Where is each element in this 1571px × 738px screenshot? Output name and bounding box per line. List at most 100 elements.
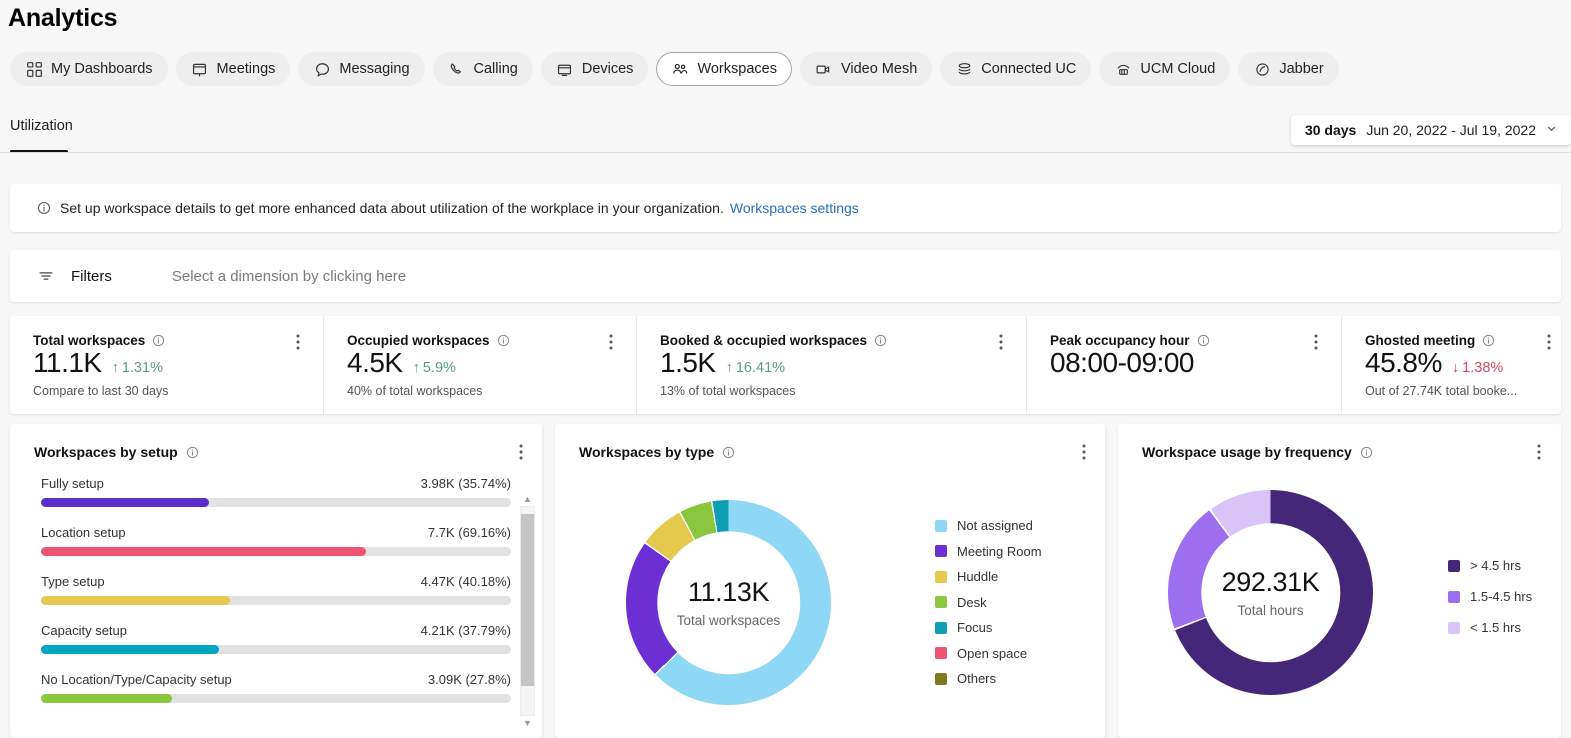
arrow-up-icon: ↑ — [412, 360, 420, 376]
info-icon[interactable] — [874, 334, 887, 347]
legend-item[interactable]: Huddle — [935, 569, 1042, 584]
info-icon[interactable] — [1197, 334, 1210, 347]
kebab-menu-icon[interactable] — [999, 334, 1003, 355]
bar-value-label: 4.47K (40.18%) — [420, 574, 511, 589]
kebab-menu-icon[interactable] — [1082, 444, 1086, 465]
legend-label: Focus — [957, 620, 993, 635]
filters-label: Filters — [71, 267, 112, 285]
tab-my-dashboards[interactable]: My Dashboards — [10, 52, 168, 86]
scrollbar-thumb[interactable] — [521, 514, 534, 686]
tab-label: Video Mesh — [840, 61, 918, 77]
tab-jabber[interactable]: Jabber — [1238, 52, 1339, 86]
kebab-menu-icon[interactable] — [519, 444, 523, 465]
bar-fill[interactable] — [41, 547, 367, 556]
kpi-title-row: Ghosted meeting — [1365, 333, 1561, 348]
bar-item: No Location/Type/Capacity setup 3.09K (27… — [41, 672, 511, 703]
bar-fill[interactable] — [41, 498, 209, 507]
legend-item[interactable]: Not assigned — [935, 518, 1042, 533]
date-range-days: 30 days — [1304, 122, 1357, 138]
card-workspace-usage-by-frequency: Workspace usage by frequency 292.31K Tot… — [1118, 424, 1561, 738]
tab-video-mesh[interactable]: Video Mesh — [799, 52, 933, 86]
kpi-title-row: Booked & occupied workspaces — [660, 333, 1026, 348]
legend-swatch — [935, 621, 947, 634]
legend-item[interactable]: Desk — [935, 595, 1042, 610]
tab-calling[interactable]: Calling — [432, 52, 533, 86]
tab-messaging[interactable]: Messaging — [298, 52, 425, 86]
legend-item[interactable]: Meeting Room — [935, 544, 1042, 559]
tab-ucm-cloud[interactable]: UCM Cloud — [1099, 52, 1231, 86]
kpi-card-booked-occupied-workspaces: Booked & occupied workspaces 1.5K ↑ 16.4… — [636, 316, 1026, 414]
dimension-select-input[interactable]: Select a dimension by clicking here — [172, 268, 406, 285]
legend-swatch — [1448, 559, 1460, 572]
kebab-menu-icon[interactable] — [1547, 334, 1551, 355]
donut-center-caption: Total workspaces — [676, 613, 781, 628]
date-range-picker[interactable]: 30 days Jun 20, 2022 - Jul 19, 2022 — [1290, 115, 1571, 145]
scroll-up-icon[interactable]: ▲ — [520, 492, 535, 506]
bar-label-row: No Location/Type/Capacity setup 3.09K (27… — [41, 672, 511, 687]
card-edge-divider — [542, 424, 543, 738]
donut-center-value: 292.31K — [1221, 567, 1320, 597]
kebab-menu-icon[interactable] — [296, 334, 300, 355]
legend-item[interactable]: Focus — [935, 620, 1042, 635]
kpi-subtext: 40% of total workspaces — [347, 384, 483, 398]
legend-item[interactable]: < 1.5 hrs — [1448, 620, 1532, 635]
desk-phone-icon — [1114, 60, 1132, 78]
legend-label: > 4.5 hrs — [1470, 558, 1521, 573]
legend-item[interactable]: Open space — [935, 646, 1042, 661]
legend-label: 1.5-4.5 hrs — [1470, 589, 1533, 604]
legend-label: Open space — [957, 645, 1028, 661]
bar-item: Capacity setup 4.21K (37.79%) — [41, 623, 511, 654]
tab-workspaces[interactable]: Workspaces — [656, 52, 792, 86]
tab-utilization[interactable]: Utilization — [10, 118, 73, 146]
dashboard-grid-icon — [25, 60, 43, 78]
date-range-value: Jun 20, 2022 - Jul 19, 2022 — [1366, 122, 1536, 138]
charts-row: Workspaces by setup Fully setup 3.98K (35… — [10, 424, 1561, 738]
kpi-card-ghosted-meeting: Ghosted meeting 45.8% ↓ 1.38% Out of 27.… — [1341, 316, 1561, 414]
donut-center-label: 292.31K Total hours — [1168, 490, 1373, 695]
filter-icon[interactable] — [37, 267, 55, 285]
video-camera-icon — [815, 60, 833, 78]
kebab-menu-icon[interactable] — [609, 334, 613, 355]
kpi-title: Booked & occupied workspaces — [660, 333, 868, 348]
donut-center-caption: Total hours — [1237, 603, 1304, 618]
kpi-value-row: 45.8% ↓ 1.38% — [1365, 347, 1561, 379]
subnav-divider — [0, 152, 1571, 153]
legend-swatch — [935, 570, 947, 583]
workspaces-settings-link[interactable]: Workspaces settings — [730, 200, 859, 216]
donut-center-value: 11.13K — [687, 577, 770, 607]
kpi-value-row: 1.5K ↑ 16.41% — [660, 347, 1026, 379]
setup-scrollbar[interactable]: ▲ ▼ — [520, 492, 535, 730]
bar-fill[interactable] — [41, 596, 230, 605]
scroll-down-icon[interactable]: ▼ — [520, 716, 535, 730]
tab-devices[interactable]: Devices — [540, 52, 649, 86]
bar-fill[interactable] — [41, 694, 172, 703]
kebab-menu-icon[interactable] — [1314, 334, 1318, 355]
legend-item[interactable]: > 4.5 hrs — [1448, 558, 1532, 573]
kpi-delta-value: 1.38% — [1462, 360, 1504, 376]
kebab-menu-icon[interactable] — [1537, 444, 1541, 465]
info-icon[interactable] — [1482, 334, 1495, 347]
kpi-subtext: Out of 27.74K total booke... — [1365, 384, 1518, 398]
message-bubble-icon — [313, 60, 331, 78]
legend-item[interactable]: 1.5-4.5 hrs — [1448, 589, 1532, 604]
info-icon[interactable] — [1360, 446, 1373, 459]
stacked-layers-icon — [955, 60, 973, 78]
bar-label-row: Capacity setup 4.21K (37.79%) — [41, 623, 511, 638]
product-tabbar: My Dashboards Meetings Messaging Calling… — [10, 52, 1339, 86]
kpi-delta: ↑ 1.31% — [112, 360, 163, 376]
tab-meetings[interactable]: Meetings — [175, 52, 291, 86]
device-monitor-icon — [556, 60, 574, 78]
bar-fill[interactable] — [41, 645, 219, 654]
chevron-down-icon — [1546, 123, 1557, 137]
legend-item[interactable]: Others — [935, 671, 1042, 686]
legend-swatch — [1448, 621, 1460, 634]
info-icon[interactable] — [722, 446, 735, 459]
tab-connected-uc[interactable]: Connected UC — [940, 52, 1092, 86]
info-icon[interactable] — [152, 334, 165, 347]
bar-value-label: 3.09K (27.8%) — [427, 672, 511, 687]
tab-label: Jabber — [1279, 61, 1324, 77]
info-icon[interactable] — [186, 446, 199, 459]
kpi-delta-value: 16.41% — [735, 360, 786, 376]
legend-swatch — [1448, 590, 1460, 603]
info-icon[interactable] — [497, 334, 510, 347]
